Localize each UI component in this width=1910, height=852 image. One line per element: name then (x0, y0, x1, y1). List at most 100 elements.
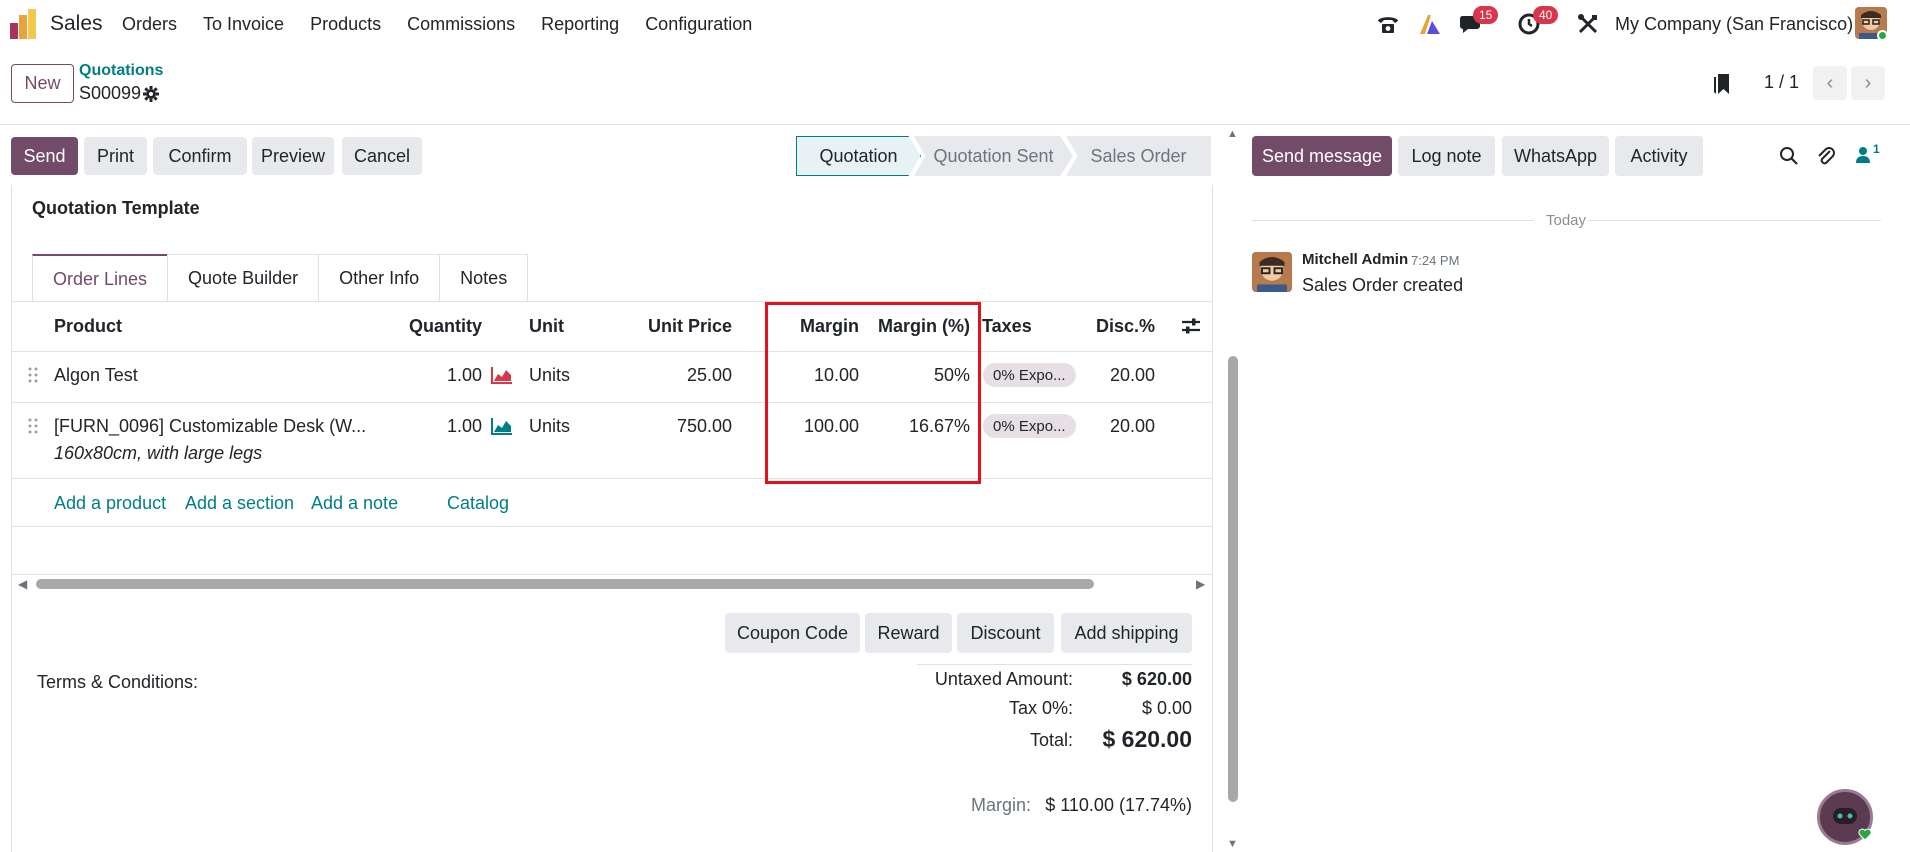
scroll-left-arrow-icon[interactable]: ◀ (18, 577, 27, 591)
column-header-taxes[interactable]: Taxes (982, 316, 1032, 337)
pager-previous-button[interactable]: ‹ (1813, 66, 1847, 100)
status-quotation[interactable]: Quotation (796, 136, 921, 176)
scroll-right-arrow-icon[interactable]: ▶ (1196, 577, 1205, 591)
phone-icon[interactable] (1374, 10, 1402, 38)
horizontal-scrollbar[interactable]: ◀ ▶ (18, 576, 1208, 591)
menu-commissions[interactable]: Commissions (407, 14, 515, 35)
untaxed-amount-value: $ 620.00 (1121, 669, 1192, 689)
drag-handle-icon[interactable] (28, 367, 38, 383)
tab-other-info[interactable]: Other Info (318, 254, 441, 302)
tools-icon[interactable] (1574, 10, 1602, 38)
gear-icon[interactable] (143, 86, 159, 102)
heart-icon (1858, 828, 1872, 841)
message-time: 7:24 PM (1411, 253, 1460, 268)
column-header-product[interactable]: Product (54, 316, 122, 337)
line-2-product[interactable]: [FURN_0096] Customizable Desk (W... (54, 416, 366, 437)
line-2-quantity[interactable]: 1.00 (400, 416, 482, 437)
new-button[interactable]: New (11, 64, 74, 103)
margin-columns-highlight (765, 302, 981, 484)
cancel-button[interactable]: Cancel (342, 137, 422, 175)
breadcrumb-quotations[interactable]: Quotations (79, 62, 163, 80)
messages-icon[interactable]: 15 (1457, 6, 1499, 38)
forecast-chart-icon-red[interactable] (491, 366, 513, 384)
search-icon[interactable] (1779, 146, 1799, 166)
line-1-unit[interactable]: Units (529, 365, 570, 386)
line-1-discount[interactable]: 20.00 (1080, 365, 1155, 386)
send-button[interactable]: Send (11, 137, 78, 175)
total-label: Total: (1029, 730, 1073, 750)
add-product-link[interactable]: Add a product (54, 493, 166, 514)
confirm-button[interactable]: Confirm (153, 137, 247, 175)
vertical-scrollbar-thumb[interactable] (1228, 356, 1238, 802)
optional-columns-icon[interactable] (1181, 317, 1201, 335)
print-button[interactable]: Print (84, 137, 147, 175)
activity-button[interactable]: Activity (1615, 136, 1703, 176)
tab-order-lines[interactable]: Order Lines (32, 254, 169, 302)
chevron-right-icon: › (1864, 71, 1872, 94)
row-divider (12, 351, 1212, 352)
online-status-dot (1877, 30, 1888, 41)
vertical-scrollbar[interactable]: ▲ ▼ (1226, 128, 1240, 852)
tab-quote-builder[interactable]: Quote Builder (167, 254, 320, 302)
discount-button[interactable]: Discount (957, 613, 1054, 653)
line-2-description[interactable]: 160x80cm, with large legs (54, 443, 262, 464)
line-1-quantity[interactable]: 1.00 (400, 365, 482, 386)
message-body: Sales Order created (1302, 275, 1464, 295)
line-1-unit-price[interactable]: 25.00 (620, 365, 732, 386)
line-1-product[interactable]: Algon Test (54, 365, 138, 386)
bookmark-icon[interactable] (1712, 72, 1732, 96)
column-header-discount[interactable]: Disc.% (1080, 316, 1155, 337)
column-header-quantity[interactable]: Quantity (380, 316, 482, 337)
row-divider (12, 402, 1212, 403)
quotation-template-label: Quotation Template (32, 198, 200, 218)
message-author-avatar[interactable] (1252, 252, 1292, 292)
menu-products[interactable]: Products (310, 14, 381, 35)
breadcrumb-current-record: S00099 (79, 83, 142, 103)
pager-next-button[interactable]: › (1851, 66, 1885, 100)
line-2-tax-tag[interactable]: 0% Expo... (983, 414, 1076, 438)
menu-to-invoice[interactable]: To Invoice (203, 14, 284, 35)
status-sales-order[interactable]: Sales Order (1066, 136, 1211, 176)
line-2-unit[interactable]: Units (529, 416, 570, 437)
paperclip-icon[interactable] (1816, 145, 1836, 167)
horizontal-scrollbar-thumb[interactable] (36, 579, 1094, 589)
message-author[interactable]: Mitchell Admin (1302, 251, 1408, 268)
followers-icon[interactable] (1855, 146, 1871, 164)
add-shipping-button[interactable]: Add shipping (1061, 613, 1192, 653)
followers-count[interactable]: 1 (1873, 142, 1880, 156)
scroll-up-arrow-icon[interactable]: ▲ (1227, 128, 1238, 140)
tab-notes[interactable]: Notes (439, 254, 529, 302)
line-1-tax-tag[interactable]: 0% Expo... (983, 363, 1076, 387)
drag-handle-icon[interactable] (28, 418, 38, 434)
sheet-right-border (1212, 185, 1213, 852)
scroll-down-arrow-icon[interactable]: ▼ (1227, 838, 1238, 850)
catalog-link[interactable]: Catalog (447, 493, 509, 514)
coupon-code-button[interactable]: Coupon Code (725, 613, 860, 653)
column-header-unit-price[interactable]: Unit Price (620, 316, 732, 337)
activities-clock-icon[interactable]: 40 (1515, 6, 1559, 38)
row-divider (12, 478, 1212, 479)
totals-divider (917, 664, 1192, 665)
terms-conditions-label[interactable]: Terms & Conditions: (37, 672, 198, 693)
log-note-button[interactable]: Log note (1398, 136, 1495, 176)
line-2-unit-price[interactable]: 750.00 (620, 416, 732, 437)
company-switcher[interactable]: My Company (San Francisco) (1615, 14, 1853, 35)
sales-app-icon[interactable] (10, 9, 38, 39)
line-2-discount[interactable]: 20.00 (1080, 416, 1155, 437)
send-message-button[interactable]: Send message (1252, 136, 1392, 176)
preview-button[interactable]: Preview (252, 137, 334, 175)
add-note-link[interactable]: Add a note (311, 493, 398, 514)
app-name[interactable]: Sales (50, 12, 103, 36)
forecast-chart-icon-teal[interactable] (491, 417, 513, 435)
ai-icon[interactable] (1416, 10, 1444, 38)
add-section-link[interactable]: Add a section (185, 493, 294, 514)
column-header-unit[interactable]: Unit (529, 316, 564, 337)
status-quotation-sent[interactable]: Quotation Sent (914, 136, 1073, 176)
today-label: Today (1546, 212, 1587, 229)
menu-configuration[interactable]: Configuration (645, 14, 752, 35)
whatsapp-button[interactable]: WhatsApp (1502, 136, 1609, 176)
pager-value[interactable]: 1 / 1 (1764, 72, 1799, 93)
menu-orders[interactable]: Orders (122, 14, 177, 35)
reward-button[interactable]: Reward (865, 613, 952, 653)
menu-reporting[interactable]: Reporting (541, 14, 619, 35)
